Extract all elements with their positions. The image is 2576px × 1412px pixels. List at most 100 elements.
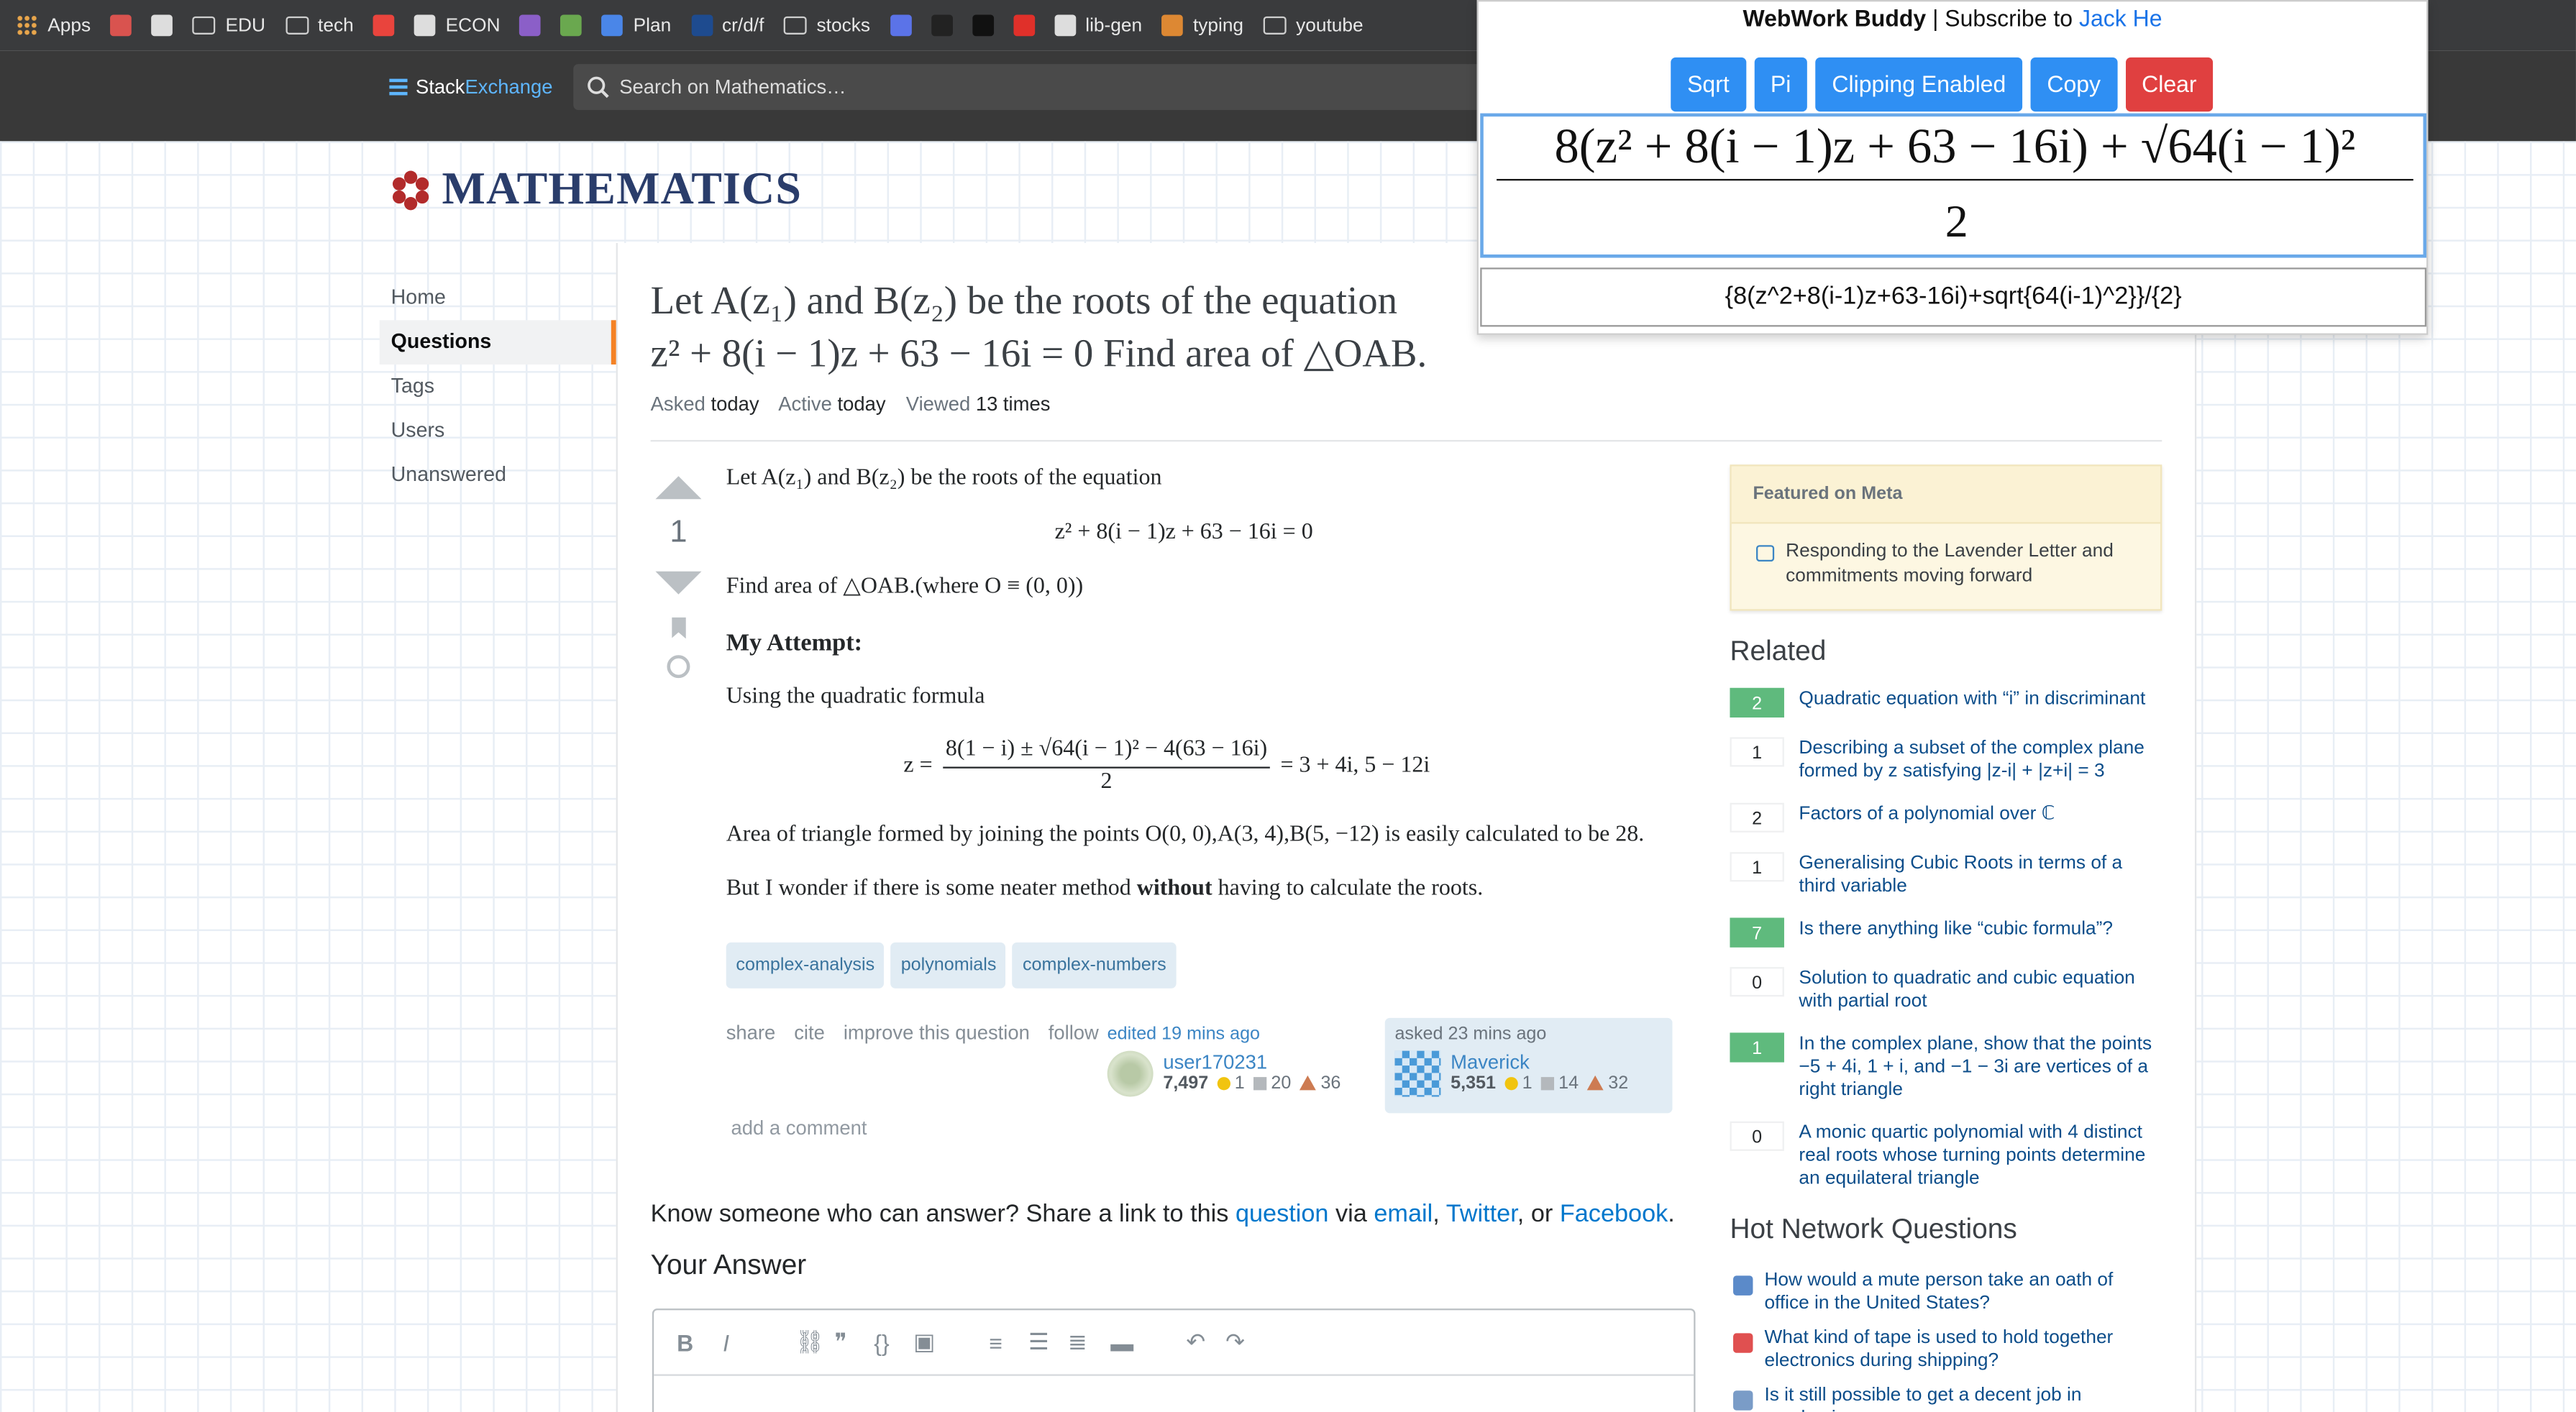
hot-question-link[interactable]: How would a mute person take an oath of … (1764, 1269, 2162, 1315)
editor-avatar[interactable] (1107, 1050, 1154, 1097)
redo-icon[interactable]: ↷ (1225, 1329, 1265, 1357)
ordered-list-icon[interactable]: ≡ (989, 1329, 1028, 1356)
related-link[interactable]: A monic quartic polynomial with 4 distin… (1799, 1122, 2162, 1191)
tag-complex-analysis[interactable]: complex-analysis (726, 942, 885, 989)
bookmark-icon[interactable] (671, 617, 686, 639)
math-input-field[interactable]: 8(z² + 8(i − 1)z + 63 − 16i) + √64(i − 1… (1480, 113, 2427, 258)
bookmark-stocks[interactable]: stocks (783, 16, 870, 35)
improve-link[interactable]: improve this question (844, 1021, 1030, 1044)
nav-unanswered[interactable]: Unanswered (380, 453, 616, 498)
related-link[interactable]: Factors of a polynomial over ℂ (1799, 803, 2055, 826)
bold-icon[interactable]: B (677, 1329, 723, 1356)
tag-complex-numbers[interactable]: complex-numbers (1013, 942, 1177, 989)
image-icon[interactable]: ▣ (913, 1329, 989, 1357)
history-icon[interactable] (667, 655, 690, 679)
bookmark-typing[interactable]: typing (1161, 14, 1243, 37)
related-item[interactable]: 7 Is there anything like “cubic formula”? (1730, 917, 2162, 948)
bookmark-red-site[interactable] (373, 14, 395, 37)
share-facebook-link[interactable]: Facebook (1560, 1200, 1668, 1228)
related-link[interactable]: In the complex plane, show that the poin… (1799, 1032, 2162, 1101)
related-link[interactable]: Solution to quadratic and cubic equation… (1799, 967, 2162, 1013)
share-email-link[interactable]: email (1374, 1200, 1433, 1228)
globe-icon (414, 14, 436, 37)
asker-avatar[interactable] (1394, 1050, 1441, 1097)
bullet-list-icon[interactable]: ☰ (1028, 1329, 1068, 1357)
related-item[interactable]: 2 Quadratic equation with “i” in discrimi… (1730, 687, 2162, 718)
blockquote-icon[interactable]: ❞ (834, 1329, 874, 1357)
cite-link[interactable]: cite (794, 1021, 825, 1044)
body-paragraph-5: But I wonder if there is some neater met… (726, 876, 1484, 902)
bookmark-tech[interactable]: tech (285, 16, 354, 35)
hot-question-item[interactable]: How would a mute person take an oath of … (1730, 1269, 2162, 1315)
site-title[interactable]: MATHEMATICS (389, 164, 802, 216)
bookmark-cr-d-f[interactable]: cr/d/f (690, 14, 764, 37)
bookmark-apps[interactable]: Apps (16, 14, 91, 37)
code-icon[interactable]: {} (874, 1329, 913, 1356)
featured-item[interactable]: Responding to the Lavender Letter and co… (1732, 524, 2160, 610)
hot-question-link[interactable]: What kind of tape is used to hold togeth… (1764, 1326, 2162, 1372)
bookmark-px[interactable] (561, 14, 583, 37)
bookmark-plan[interactable]: Plan (602, 14, 671, 37)
bookmark-lib-gen[interactable]: lib-gen (1054, 14, 1142, 37)
bookmark-c-circle[interactable] (890, 14, 912, 37)
share-twitter-link[interactable]: Twitter (1446, 1200, 1517, 1228)
clear-button[interactable]: Clear (2125, 57, 2214, 112)
answer-editor[interactable]: B I ⛓ ❞ {} ▣ ≡ ☰ ≣ ▬ ↶ ↷ (652, 1308, 1696, 1412)
bookmark-github[interactable] (151, 14, 173, 37)
sqrt-button[interactable]: Sqrt (1671, 57, 1746, 112)
raw-expression-field[interactable]: {8(z^2+8(i-1)z+63-16i)+sqrt{64(i-1)^2}}/… (1480, 267, 2427, 327)
upvote-icon[interactable] (655, 476, 702, 500)
subscribe-link[interactable]: Jack He (2079, 5, 2162, 32)
bookmark-peace[interactable] (519, 14, 542, 37)
clipping-toggle-button[interactable]: Clipping Enabled (1815, 57, 2023, 112)
related-item[interactable]: 1 In the complex plane, show that the poi… (1730, 1032, 2162, 1101)
undo-icon[interactable]: ↶ (1186, 1329, 1225, 1357)
related-item[interactable]: 1 Describing a subset of the complex plan… (1730, 737, 2162, 783)
body-equation-1: z² + 8(i − 1)z + 63 − 16i = 0 (1054, 520, 1313, 546)
heading-icon[interactable]: ≣ (1068, 1329, 1110, 1357)
bookmark-k[interactable] (972, 14, 994, 37)
link-icon[interactable]: ⛓ (795, 1329, 835, 1357)
bookmark-exclamation[interactable] (110, 14, 132, 37)
related-item[interactable]: 1 Generalising Cubic Roots in terms of a … (1730, 852, 2162, 898)
question-title[interactable]: Let A(z₁) and B(z₂) be the roots of the … (651, 276, 1571, 381)
related-link[interactable]: Is there anything like “cubic formula”? (1799, 918, 2113, 941)
edited-time[interactable]: edited 19 mins ago (1107, 1024, 1371, 1044)
bookmark-edu[interactable]: EDU (192, 16, 265, 35)
asker-name[interactable]: Maverick (1451, 1051, 1628, 1074)
search-input[interactable]: Search on Mathematics… (573, 64, 1494, 111)
hot-question-link[interactable]: Is it still possible to get a decent job… (1764, 1384, 2162, 1412)
tag-polynomials[interactable]: polynomials (891, 942, 1007, 989)
body-paragraph-1: Let A(z₁) and B(z₂) be the roots of the … (726, 466, 1162, 491)
nav-users[interactable]: Users (380, 409, 616, 454)
pi-button[interactable]: Pi (1754, 57, 1808, 112)
related-item[interactable]: 0 Solution to quadratic and cubic equatio… (1730, 967, 2162, 1013)
hot-question-item[interactable]: Is it still possible to get a decent job… (1730, 1384, 2162, 1412)
related-link[interactable]: Describing a subset of the complex plane… (1799, 737, 2162, 783)
bookmark-b[interactable] (931, 14, 953, 37)
related-item[interactable]: 2 Factors of a polynomial over ℂ (1730, 802, 2162, 833)
nav-home[interactable]: Home (380, 276, 616, 321)
bookmark-youtube[interactable]: youtube (1263, 16, 1364, 35)
downvote-icon[interactable] (655, 571, 702, 595)
folder-icon (192, 16, 216, 35)
hr-icon[interactable]: ▬ (1110, 1329, 1186, 1356)
italic-icon[interactable]: I (723, 1329, 795, 1356)
related-link[interactable]: Generalising Cubic Roots in terms of a t… (1799, 852, 2162, 898)
share-link[interactable]: share (726, 1021, 776, 1044)
add-comment-link[interactable]: add a comment (731, 1117, 867, 1140)
editor-name[interactable]: user170231 (1163, 1051, 1340, 1074)
related-link[interactable]: Quadratic equation with “i” in discrimin… (1799, 688, 2145, 711)
follow-link[interactable]: follow (1049, 1021, 1099, 1044)
bookmark-econ[interactable]: ECON (414, 14, 501, 37)
bookmark-s[interactable] (1013, 14, 1035, 37)
share-question-link[interactable]: question (1236, 1200, 1329, 1228)
b-icon (931, 14, 953, 37)
nav-questions[interactable]: Questions (379, 320, 616, 365)
copy-button[interactable]: Copy (2030, 57, 2117, 112)
nav-tags[interactable]: Tags (380, 365, 616, 409)
related-item[interactable]: 0 A monic quartic polynomial with 4 disti… (1730, 1121, 2162, 1191)
hot-question-item[interactable]: What kind of tape is used to hold togeth… (1730, 1326, 2162, 1372)
stackexchange-logo[interactable]: StackExchange (389, 75, 552, 98)
answer-count-badge: 2 (1730, 687, 1784, 718)
